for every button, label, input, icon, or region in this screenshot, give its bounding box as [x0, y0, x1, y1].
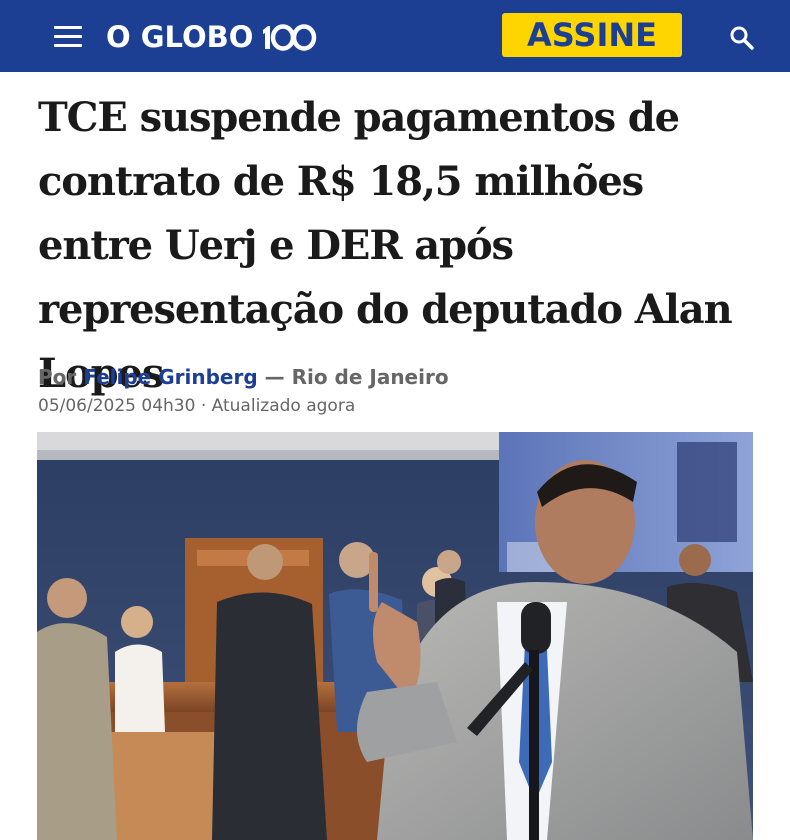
site-logo[interactable]: O GLOBO 100 [106, 18, 319, 56]
logo-text: O GLOBO [106, 20, 254, 54]
search-icon[interactable] [728, 24, 756, 52]
update-status: · Atualizado agora [200, 396, 356, 416]
byline-location: — Rio de Janeiro [264, 365, 449, 389]
menu-line [54, 35, 82, 38]
article-headline: TCE suspende pagamentos de contrato de R… [38, 94, 733, 397]
logo-100-anniversary-mark [261, 22, 319, 52]
subscribe-button[interactable]: ASSINE [502, 13, 682, 57]
article-dateline: 05/06/2025 04h30 · Atualizado agora [38, 396, 355, 416]
author-link[interactable]: Felipe Grinberg [83, 365, 257, 389]
article-photo[interactable] [37, 432, 753, 840]
publish-date: 05/06/2025 04h30 [38, 396, 196, 416]
menu-line [54, 44, 82, 47]
top-navigation-bar: O GLOBO 100 ASSINE [0, 0, 790, 72]
article-byline: Por Felipe Grinberg — Rio de Janeiro [38, 365, 449, 389]
hamburger-menu-icon[interactable] [54, 24, 82, 48]
menu-line [54, 26, 82, 29]
byline-prefix: Por [38, 365, 77, 389]
